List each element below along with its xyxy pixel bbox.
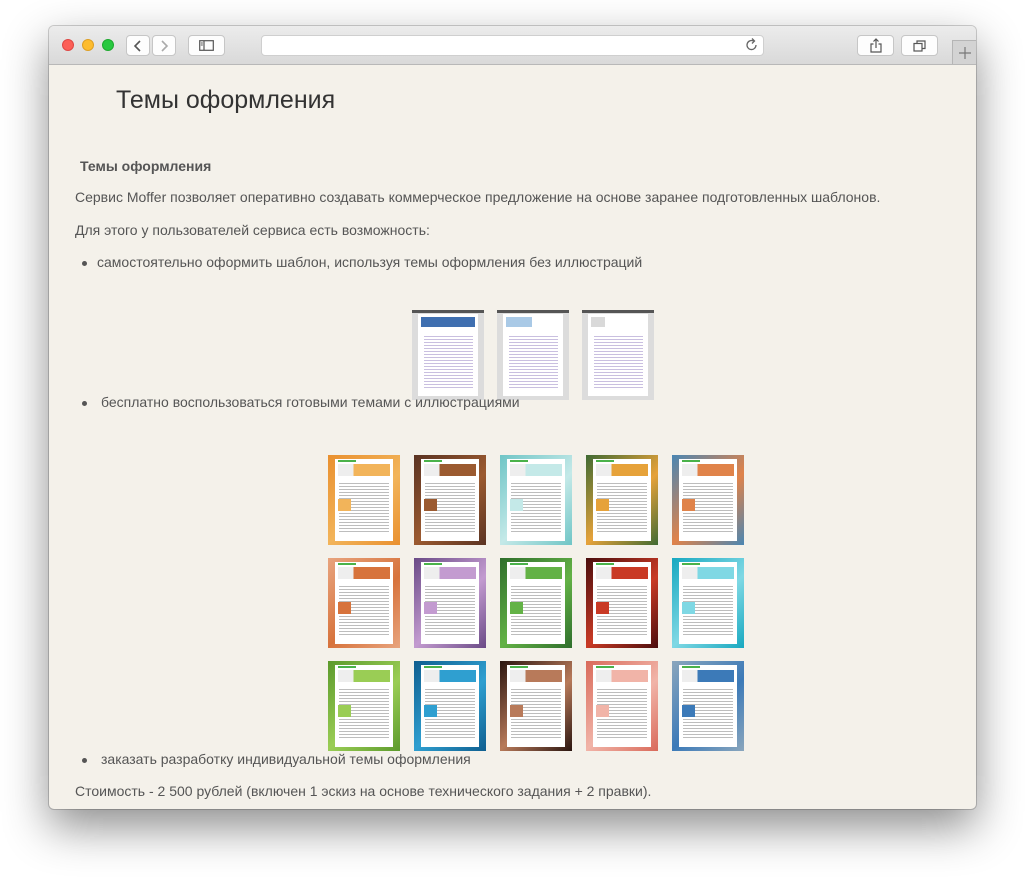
sidebar-button[interactable] <box>188 35 225 56</box>
illustrated-theme-thumbnail[interactable] <box>414 455 486 545</box>
minimize-window-button[interactable] <box>82 39 94 51</box>
illustrated-theme-thumbnail[interactable] <box>328 455 400 545</box>
plain-theme-thumbnail[interactable] <box>497 310 569 400</box>
new-tab-button[interactable] <box>952 40 976 64</box>
plus-icon <box>958 46 971 59</box>
address-bar[interactable] <box>261 35 764 56</box>
sidebar-icon <box>199 40 214 51</box>
zoom-window-button[interactable] <box>102 39 114 51</box>
illustrated-theme-thumbnail[interactable] <box>500 558 572 648</box>
close-window-button[interactable] <box>62 39 74 51</box>
browser-toolbar <box>49 26 976 65</box>
illustrated-theme-thumbnail[interactable] <box>414 661 486 751</box>
forward-button[interactable] <box>152 35 176 56</box>
plain-theme-thumbnail[interactable] <box>412 310 484 400</box>
illustrated-theme-thumbnail[interactable] <box>586 455 658 545</box>
illustrated-theme-thumbnail[interactable] <box>586 661 658 751</box>
illustrated-theme-thumbnail[interactable] <box>586 558 658 648</box>
bullet-dot <box>82 261 87 266</box>
tabs-overview-button[interactable] <box>901 35 938 56</box>
reload-button[interactable] <box>745 37 759 58</box>
plain-theme-thumbnail[interactable] <box>582 310 654 400</box>
plain-themes-gallery <box>412 310 654 400</box>
illustrated-theme-thumbnail[interactable] <box>672 558 744 648</box>
illustrated-theme-thumbnail[interactable] <box>672 661 744 751</box>
back-button[interactable] <box>126 35 150 56</box>
illustrated-themes-gallery <box>328 455 744 751</box>
illustrated-theme-thumbnail[interactable] <box>500 661 572 751</box>
browser-window: Темы оформления Темы оформления Сервис M… <box>49 26 976 809</box>
illustrated-theme-thumbnail[interactable] <box>500 455 572 545</box>
illustrated-theme-thumbnail[interactable] <box>672 455 744 545</box>
illustrated-theme-thumbnail[interactable] <box>414 558 486 648</box>
illustrated-theme-thumbnail[interactable] <box>328 661 400 751</box>
share-button[interactable] <box>857 35 894 56</box>
list-item-text: самостоятельно оформить шаблон, использу… <box>97 254 643 270</box>
chevron-right-icon <box>161 39 169 52</box>
share-icon <box>869 38 882 53</box>
chevron-left-icon <box>133 39 141 52</box>
illustrated-theme-thumbnail[interactable] <box>328 558 400 648</box>
page-title: Темы оформления <box>116 86 336 114</box>
price-paragraph: Стоимость - 2 500 рублей (включен 1 эски… <box>75 783 652 799</box>
bullet-dot <box>82 758 87 763</box>
intro-paragraph: Сервис Moffer позволяет оперативно созда… <box>75 189 881 205</box>
bullet-dot <box>82 401 87 406</box>
page-content: Темы оформления Темы оформления Сервис M… <box>49 65 976 809</box>
list-item-text: бесплатно воспользоваться готовыми темам… <box>101 394 520 410</box>
reload-icon <box>746 38 757 51</box>
possibility-paragraph: Для этого у пользователей сервиса есть в… <box>75 222 430 238</box>
list-item-text: заказать разработку индивидуальной темы … <box>101 751 471 767</box>
tabs-icon <box>913 39 926 52</box>
section-title: Темы оформления <box>80 158 212 174</box>
